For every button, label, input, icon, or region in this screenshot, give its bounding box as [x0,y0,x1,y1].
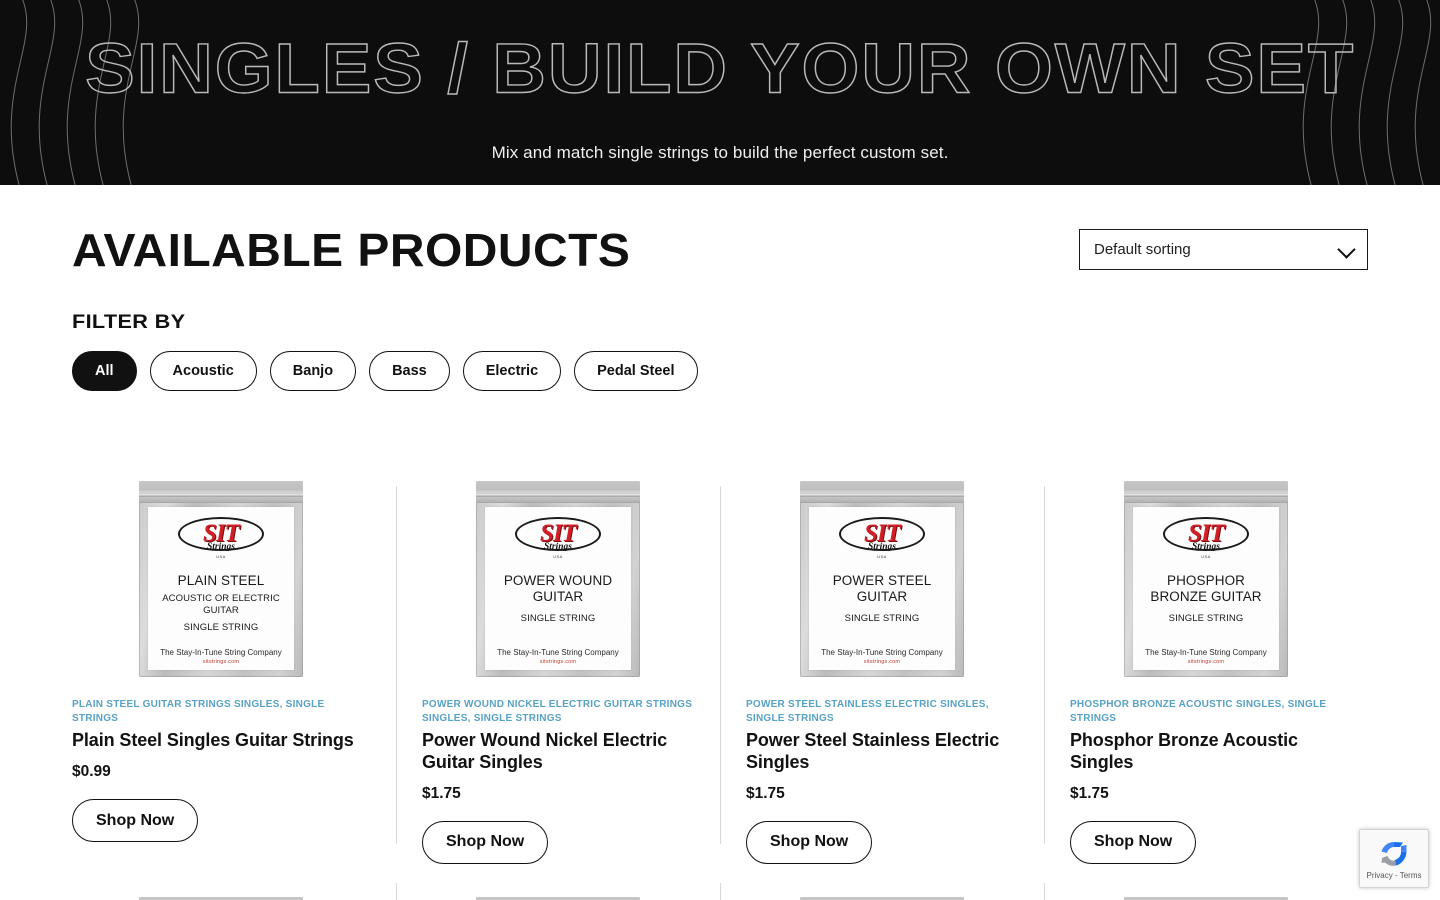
product-price: $1.75 [422,784,461,802]
recaptcha-icon [1381,841,1407,866]
packet-website-url: sitstrings.com [1187,659,1225,666]
product-categories[interactable]: PHOSPHOR BRONZE ACOUSTIC SINGLES, SINGLE… [1070,698,1342,725]
filter-pill-all[interactable]: All [72,351,137,392]
packet-company-tagline: The Stay-In-Tune String Company [821,648,943,658]
packet-product-type: SINGLE STRING [1168,612,1244,624]
sit-logo-icon: SIT Strings USA [178,515,264,559]
product-price: $1.75 [746,784,785,802]
string-packet-graphic: SIT Strings USA POWER WOUND GUITAR SINGL… [476,481,640,678]
string-packet-graphic: SIT Strings USA PLAIN STEEL ACOUSTIC OR … [139,481,303,678]
shop-now-button[interactable]: Shop Now [72,799,199,842]
packet-zip-seal [139,481,303,504]
product-card: SIT Strings USA POWER STEEL GUITAR SINGL… [720,478,1044,864]
packet-product-type: SINGLE STRING [183,621,259,633]
packet-product-name: PLAIN STEEL [177,573,265,589]
product-image[interactable] [422,883,694,900]
product-card [720,882,1044,900]
packet-label: SIT Strings USA PLAIN STEEL ACOUSTIC OR … [148,507,294,671]
sorting-select[interactable]: Default sorting [1079,229,1368,270]
hero-subtitle: Mix and match single strings to build th… [491,143,949,162]
string-packet-graphic: SIT Strings USA PHOSPHOR BRONZE GUITAR S… [1124,481,1288,678]
section-title: Available Products [72,224,631,277]
product-price: $1.75 [1070,784,1109,802]
product-image[interactable] [1070,883,1342,900]
filter-pill-acoustic[interactable]: Acoustic [149,351,257,392]
filter-pill-electric[interactable]: Electric [462,351,562,392]
filter-pill-bass[interactable]: Bass [369,351,450,392]
page-title: Singles / Build Your Own Set [84,28,1356,108]
logo-brand-subtext: Strings [544,542,572,553]
packet-zip-seal [1124,481,1288,504]
product-title[interactable]: Phosphor Bronze Acoustic Singles [1070,730,1342,774]
recaptcha-privacy-terms[interactable]: Privacy - Terms [1367,871,1422,880]
packet-company-tagline: The Stay-In-Tune String Company [1145,648,1267,658]
product-card: SIT Strings USA PHOSPHOR BRONZE GUITAR S… [1044,478,1368,864]
product-grid-next-row [72,882,1368,900]
packet-product-type: SINGLE STRING [844,612,920,624]
product-title[interactable]: Power Wound Nickel Electric Guitar Singl… [422,730,694,774]
page-hero: Singles / Build Your Own Set Mix and mat… [0,0,1440,185]
product-card [1044,882,1368,900]
logo-brand-tag: USA [553,554,563,560]
hero-content: Singles / Build Your Own Set Mix and mat… [0,0,1440,185]
chevron-down-icon [1337,239,1356,259]
string-packet-graphic: SIT Strings USA POWER STEEL GUITAR SINGL… [800,481,964,678]
shop-now-button[interactable]: Shop Now [1070,820,1197,864]
filter-pill-group: All Acoustic Banjo Bass Electric Pedal S… [72,351,1368,392]
packet-website-url: sitstrings.com [863,659,901,666]
filter-by-label: Filter By [72,312,186,334]
packet-zip-seal [800,481,964,504]
packet-product-name: PHOSPHOR BRONZE GUITAR [1150,573,1262,604]
product-image[interactable]: SIT Strings USA POWER STEEL GUITAR SINGL… [746,478,1018,680]
packet-product-desc: ACOUSTIC OR ELECTRIC GUITAR [162,592,280,617]
recaptcha-badge[interactable]: Privacy - Terms [1359,829,1429,888]
packet-product-name: POWER STEEL GUITAR [832,573,932,604]
product-price: $0.99 [72,763,111,780]
product-categories[interactable]: PLAIN STEEL GUITAR STRINGS SINGLES, SING… [72,698,370,725]
packet-label: SIT Strings USA POWER STEEL GUITAR SINGL… [809,507,955,671]
logo-brand-tag: USA [216,554,226,560]
product-card [72,883,396,900]
logo-brand-tag: USA [1201,554,1211,560]
product-image[interactable]: SIT Strings USA PLAIN STEEL ACOUSTIC OR … [72,478,370,680]
product-image[interactable] [72,883,370,900]
packet-company-tagline: The Stay-In-Tune String Company [160,648,282,658]
sit-logo-icon: SIT Strings USA [1163,515,1249,559]
logo-brand-tag: USA [877,554,887,560]
product-title[interactable]: Plain Steel Singles Guitar Strings [72,730,370,752]
product-card [396,882,720,900]
filter-pill-pedal-steel[interactable]: Pedal Steel [574,351,698,392]
product-image[interactable]: SIT Strings USA POWER WOUND GUITAR SINGL… [422,478,694,680]
packet-company-tagline: The Stay-In-Tune String Company [497,648,619,658]
packet-product-name: POWER WOUND GUITAR [503,573,613,604]
section-header: Available Products Default sorting [72,185,1368,275]
sit-logo-icon: SIT Strings USA [515,515,601,559]
packet-website-url: sitstrings.com [202,659,240,666]
products-section: Available Products Default sorting Filte… [0,185,1440,900]
product-categories[interactable]: POWER STEEL STAINLESS ELECTRIC SINGLES, … [746,698,1018,725]
packet-label: SIT Strings USA POWER WOUND GUITAR SINGL… [485,507,631,671]
sit-logo-icon: SIT Strings USA [839,515,925,559]
packet-label: SIT Strings USA PHOSPHOR BRONZE GUITAR S… [1133,507,1279,671]
packet-website-url: sitstrings.com [539,659,577,666]
logo-brand-subtext: Strings [868,542,896,553]
product-categories[interactable]: POWER WOUND NICKEL ELECTRIC GUITAR STRIN… [422,698,694,725]
logo-brand-subtext: Strings [207,542,235,553]
packet-product-type: SINGLE STRING [520,612,596,624]
shop-now-button[interactable]: Shop Now [746,820,873,864]
filter-pill-banjo[interactable]: Banjo [269,351,357,392]
product-image[interactable]: SIT Strings USA PHOSPHOR BRONZE GUITAR S… [1070,478,1342,680]
sorting-selected-value: Default sorting [1094,241,1191,258]
product-image[interactable] [746,883,1018,900]
logo-brand-subtext: Strings [1192,542,1220,553]
packet-zip-seal [476,481,640,504]
product-title[interactable]: Power Steel Stainless Electric Singles [746,730,1018,774]
product-card: SIT Strings USA POWER WOUND GUITAR SINGL… [396,478,720,864]
product-card: SIT Strings USA PLAIN STEEL ACOUSTIC OR … [72,478,396,864]
shop-now-button[interactable]: Shop Now [422,820,549,864]
product-grid: SIT Strings USA PLAIN STEEL ACOUSTIC OR … [72,478,1368,864]
